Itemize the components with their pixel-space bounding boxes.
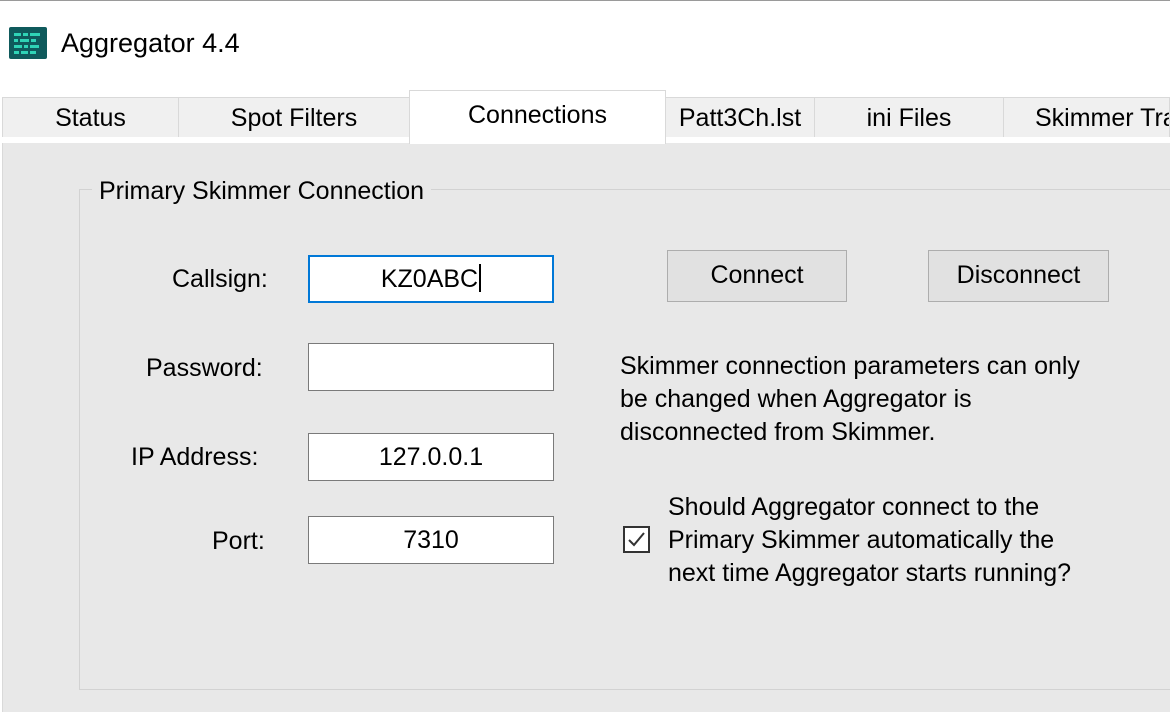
tab-connections[interactable]: Connections [409,90,666,144]
ip-address-label: IP Address: [131,443,259,471]
tab-strip: Status Spot Filters Connections Patt3Ch.… [0,81,1170,145]
tab-patt3ch-lst[interactable]: Patt3Ch.lst [665,97,815,137]
connect-button[interactable]: Connect [667,250,847,302]
window-title: Aggregator 4.4 [61,28,240,58]
port-field[interactable]: 7310 [308,516,554,564]
autoconnect-line: Primary Skimmer automatically the [668,526,1055,554]
text-caret [479,264,482,293]
callsign-field[interactable]: KZ0ABC [308,255,554,303]
autoconnect-label[interactable]: Should Aggregator connect to the Primary… [668,491,1148,590]
tab-status[interactable]: Status [2,97,179,137]
tab-skimmer-traffic[interactable]: Skimmer Tra [1003,97,1170,137]
connection-info-text: Skimmer connection parameters can only b… [620,350,1140,449]
password-label: Password: [146,354,263,382]
disconnect-button[interactable]: Disconnect [928,250,1109,302]
info-line: be changed when Aggregator is [620,385,972,413]
groupbox-title: Primary Skimmer Connection [92,174,432,208]
port-label: Port: [212,527,265,555]
app-window: Aggregator 4.4 Status Spot Filters Conne… [0,0,1170,712]
aggregator-app-icon[interactable] [9,27,47,59]
tab-ini-files[interactable]: ini Files [814,97,1004,137]
autoconnect-line: next time Aggregator starts running? [668,559,1072,587]
title-bar[interactable]: Aggregator 4.4 [0,1,1170,81]
ip-address-field[interactable]: 127.0.0.1 [308,433,554,481]
callsign-label: Callsign: [172,265,268,293]
callsign-value: KZ0ABC [380,265,479,293]
checkmark-icon [628,532,645,547]
info-line: disconnected from Skimmer. [620,418,936,446]
autoconnect-checkbox[interactable] [623,526,650,553]
password-field[interactable] [308,343,554,391]
autoconnect-line: Should Aggregator connect to the [668,493,1040,521]
info-line: Skimmer connection parameters can only [620,352,1080,380]
tab-spot-filters[interactable]: Spot Filters [178,97,410,137]
